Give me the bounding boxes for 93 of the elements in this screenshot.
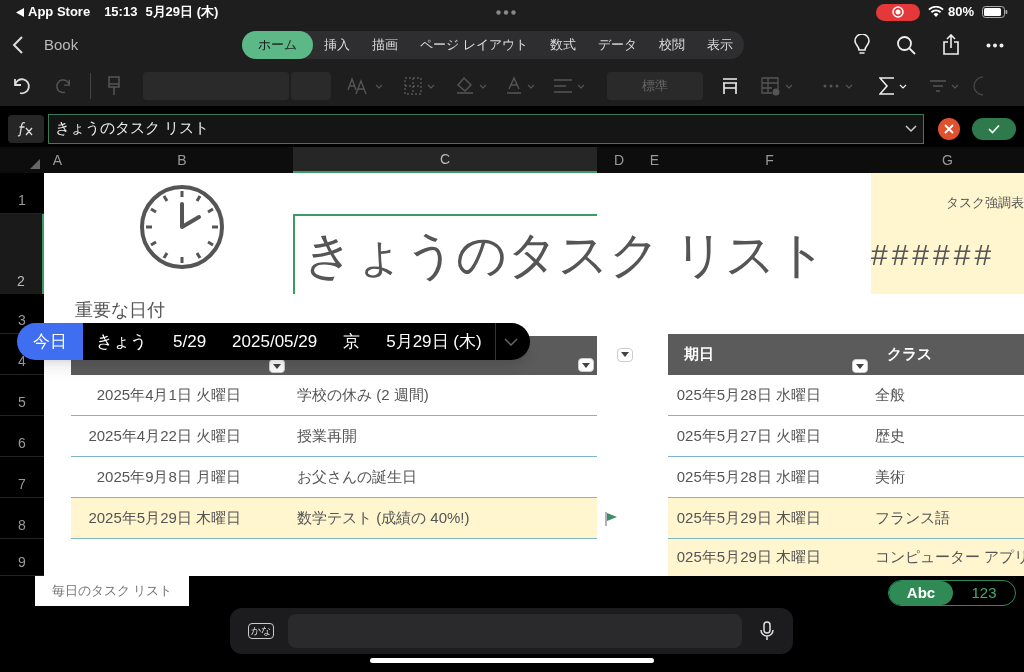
date-text: 2025年4月22日 火曜日	[88, 425, 241, 446]
suggestion-item[interactable]: 2025/05/29	[219, 323, 331, 360]
sum-icon[interactable]	[879, 77, 895, 95]
keyboard-mode-option[interactable]: 123	[953, 581, 1015, 605]
date-text: 2025年4月1日 火曜日	[96, 384, 241, 405]
dropdown-arrow-icon	[621, 352, 629, 357]
search-icon[interactable]	[896, 35, 916, 55]
align-icon[interactable]	[553, 78, 573, 94]
sheet-title: きょうのタスク リスト	[303, 225, 827, 285]
confirm-button[interactable]	[972, 117, 1016, 140]
suggestion-item[interactable]: 京	[330, 323, 374, 360]
date-text: 2025年5月29日 木曜日	[88, 507, 241, 528]
highlight-label: タスク強調表	[946, 193, 1024, 212]
redo-icon[interactable]	[54, 77, 72, 95]
select-all-corner-icon[interactable]	[30, 159, 40, 169]
suggestion-item[interactable]: 5月29日 (木)	[373, 323, 495, 360]
more-icon[interactable]	[986, 42, 1004, 48]
wrap-text-icon[interactable]	[721, 77, 739, 95]
column-heading: クラス	[887, 344, 932, 365]
wifi-icon	[927, 6, 944, 18]
highlight-value: ######	[871, 236, 996, 273]
class-text: 歴史	[875, 425, 905, 446]
battery-icon	[982, 6, 1008, 18]
column-heading: 期日	[684, 344, 715, 365]
column-header[interactable]: D	[597, 147, 641, 173]
ribbon-tab[interactable]: ホーム	[242, 31, 314, 59]
ribbon-tab[interactable]: 数式	[538, 31, 587, 59]
sheet-tab[interactable]: 毎日のタスク リスト	[35, 576, 189, 606]
suggestion-item[interactable]: 5/29	[160, 323, 220, 360]
status-time: 15:13	[104, 3, 138, 22]
date-text: 025年5月29日 木曜日	[676, 547, 821, 568]
column-header[interactable]: G	[871, 147, 1024, 173]
lightbulb-icon[interactable]	[854, 34, 870, 56]
date-text: 2025年9月8日 月曜日	[96, 466, 241, 487]
event-text: お父さんの誕生日	[297, 466, 417, 487]
paintbrush-icon[interactable]	[107, 76, 121, 96]
back-chevron-icon[interactable]	[12, 35, 24, 55]
close-icon	[944, 123, 955, 134]
column-header[interactable]: C	[293, 147, 597, 173]
cell-format-icon[interactable]	[761, 76, 781, 96]
section-title: 重要な日付	[75, 300, 165, 320]
share-icon[interactable]	[942, 34, 960, 56]
event-text: 授業再開	[297, 425, 357, 446]
ribbon-tab[interactable]: 挿入	[313, 31, 362, 59]
suggestion-item[interactable]: きょう	[83, 323, 160, 360]
column-header[interactable]: B	[71, 147, 293, 173]
ribbon-tab[interactable]: 校閲	[647, 31, 696, 59]
back-triangle-icon[interactable]	[16, 7, 24, 17]
dropdown-arrow-icon	[273, 363, 281, 369]
back-app-link[interactable]: App Store	[28, 2, 91, 22]
function-icon	[16, 120, 35, 137]
column-header[interactable]: E	[641, 147, 668, 173]
ribbon-tab[interactable]: データ	[586, 31, 648, 59]
borders-icon[interactable]	[403, 76, 423, 96]
filter-icon[interactable]	[929, 79, 947, 93]
class-text: 全般	[875, 384, 905, 405]
ribbon-tab[interactable]: ページ レイアウト	[409, 31, 539, 59]
dropdown-arrow-icon	[856, 363, 864, 369]
chevron-down-icon[interactable]	[905, 124, 918, 133]
filter-dropdown-button[interactable]	[852, 359, 868, 373]
more-options-icon[interactable]	[823, 84, 839, 88]
class-text: 美術	[875, 466, 905, 487]
status-date: 5月29日 (木)	[145, 3, 219, 22]
fill-color-icon[interactable]	[455, 76, 475, 96]
multitasking-dots-icon[interactable]	[496, 9, 517, 15]
chevron-down-icon	[503, 337, 518, 346]
cancel-button[interactable]	[938, 117, 961, 140]
undo-icon[interactable]	[12, 76, 32, 96]
date-text: 025年5月29日 木曜日	[676, 507, 821, 528]
row-header[interactable]: 2	[0, 214, 44, 294]
back-link[interactable]: Book	[44, 33, 79, 57]
date-text: 025年5月28日 水曜日	[676, 384, 821, 405]
formula-input-field[interactable]: きょうのタスク リスト	[47, 113, 925, 144]
screen-recording-indicator[interactable]	[875, 3, 920, 21]
function-button[interactable]	[8, 114, 44, 143]
event-text: 学校の休み (2 週間)	[297, 384, 429, 405]
ribbon-tab[interactable]: 表示	[695, 31, 744, 59]
checkmark-icon	[988, 123, 1001, 134]
font-color-icon[interactable]	[505, 76, 523, 96]
ribbon-tab[interactable]: 描画	[361, 31, 410, 59]
microphone-icon[interactable]	[760, 621, 774, 641]
keyboard-mode-option[interactable]: Abc	[889, 581, 953, 605]
filter-dropdown-button[interactable]	[578, 358, 594, 372]
event-text: 数学テスト (成績の 40%!)	[297, 507, 470, 528]
kana-key[interactable]: かな	[248, 623, 274, 639]
column-header[interactable]: A	[44, 147, 71, 173]
class-text: フランス語	[875, 507, 950, 528]
date-text: 025年5月28日 水曜日	[676, 466, 821, 487]
clock-icon	[139, 183, 225, 270]
dropdown-arrow-icon	[582, 362, 590, 368]
column-header[interactable]: F	[668, 147, 871, 173]
date-text: 025年5月27日 火曜日	[676, 425, 821, 446]
battery-percentage: 80%	[947, 3, 974, 22]
